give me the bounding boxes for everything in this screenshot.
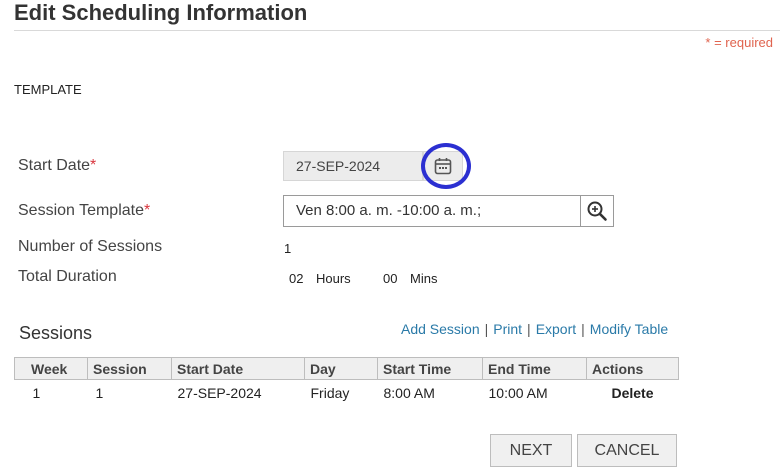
cell-week: 1 bbox=[32, 385, 41, 401]
delete-link[interactable]: Delete bbox=[587, 380, 679, 407]
session-template-label: Session Template* bbox=[18, 202, 150, 220]
mins-unit-label: Mins bbox=[410, 271, 438, 286]
calendar-icon bbox=[434, 158, 452, 175]
export-link[interactable]: Export bbox=[536, 321, 576, 337]
page-title: Edit Scheduling Information bbox=[14, 0, 308, 25]
start-date-label: Start Date* bbox=[18, 157, 96, 175]
section-label: TEMPLATE bbox=[14, 82, 82, 97]
total-duration-label: Total Duration bbox=[18, 268, 117, 285]
required-star: * bbox=[144, 202, 151, 219]
column-header-week[interactable]: Week bbox=[14, 357, 88, 380]
column-header-start-date[interactable]: Start Date bbox=[171, 357, 305, 380]
cell-start-time: 8:00 AM bbox=[383, 385, 435, 401]
required-note: * = required bbox=[705, 35, 773, 50]
search-icon bbox=[587, 201, 607, 221]
modify-table-link[interactable]: Modify Table bbox=[590, 321, 668, 337]
start-date-label-text: Start Date bbox=[18, 157, 91, 174]
table-header-row: Week Session Start Date Day Start Time E… bbox=[14, 357, 679, 380]
cell-start-date: 27-SEP-2024 bbox=[177, 385, 262, 401]
print-link[interactable]: Print bbox=[493, 321, 522, 337]
column-header-session[interactable]: Session bbox=[87, 357, 172, 380]
sessions-heading: Sessions bbox=[19, 323, 93, 343]
next-button[interactable]: NEXT bbox=[490, 434, 572, 467]
sessions-table: Week Session Start Date Day Start Time E… bbox=[14, 357, 679, 406]
start-date-field[interactable]: 27-SEP-2024 bbox=[283, 151, 423, 181]
cell-day: Friday bbox=[310, 385, 350, 401]
hours-unit-label: Hours bbox=[316, 271, 351, 286]
session-template-input[interactable]: Ven 8:00 a. m. -10:00 a. m.; bbox=[283, 195, 581, 227]
cell-session-link[interactable]: 1 bbox=[88, 380, 172, 407]
duration-hours-value: 02 bbox=[289, 271, 304, 286]
title-divider bbox=[14, 30, 780, 31]
link-separator: | bbox=[581, 321, 585, 337]
column-header-actions[interactable]: Actions bbox=[586, 357, 679, 380]
num-sessions-label: Number of Sessions bbox=[18, 238, 163, 255]
link-separator: | bbox=[527, 321, 531, 337]
column-header-day[interactable]: Day bbox=[304, 357, 378, 380]
calendar-button[interactable] bbox=[423, 151, 463, 181]
link-separator: | bbox=[484, 321, 489, 337]
num-sessions-value: 1 bbox=[284, 241, 292, 256]
column-header-start-time[interactable]: Start Time bbox=[377, 357, 483, 380]
duration-mins-value: 00 bbox=[383, 271, 398, 286]
add-session-link[interactable]: Add Session bbox=[401, 321, 480, 337]
session-template-label-text: Session Template bbox=[18, 202, 144, 219]
sessions-toolbar: Add Session | Print | Export | Modify Table bbox=[401, 321, 668, 337]
table-row: 1 1 27-SEP-2024 Friday 8:00 AM 10:00 AM … bbox=[15, 380, 679, 407]
cancel-button[interactable]: CANCEL bbox=[577, 434, 677, 467]
template-search-button[interactable] bbox=[580, 195, 614, 227]
required-star: * bbox=[90, 157, 97, 174]
column-header-end-time[interactable]: End Time bbox=[482, 357, 587, 380]
cell-end-time: 10:00 AM bbox=[488, 385, 548, 401]
